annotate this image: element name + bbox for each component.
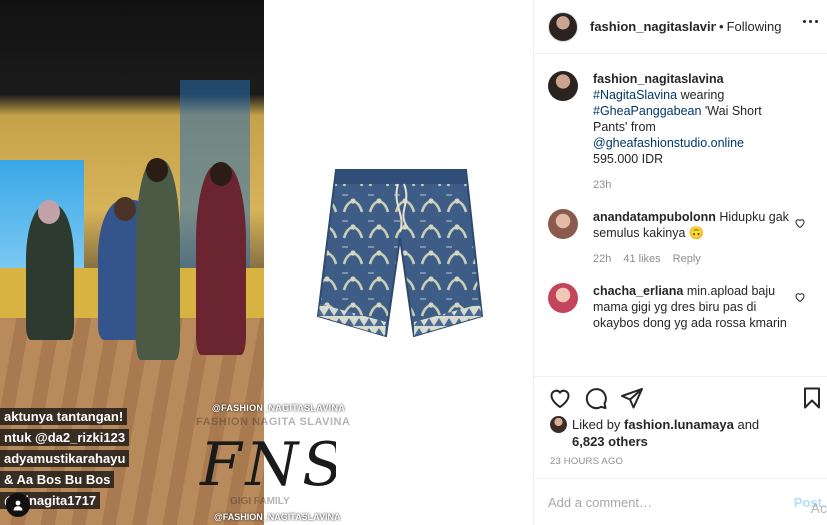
comment-input[interactable]	[548, 494, 768, 510]
comment-username[interactable]: chacha_erliana	[593, 284, 683, 298]
likes-user[interactable]: fashion.lunamaya	[624, 417, 734, 432]
reply-button[interactable]: Reply	[673, 251, 701, 267]
comment-item: anandatampubolonn Hidupku gak semulus ka…	[548, 209, 814, 267]
tagged-user-icon[interactable]	[6, 493, 30, 517]
head	[210, 162, 232, 186]
more-options-icon[interactable]	[803, 20, 818, 23]
likes-mid: and	[733, 417, 760, 432]
likes-prefix: Liked by	[572, 417, 625, 432]
post-actions	[534, 382, 827, 418]
avatar[interactable]	[548, 283, 578, 313]
likes-count[interactable]: 6,823 others	[572, 434, 648, 449]
caption-text: wearing	[677, 88, 725, 102]
heart-icon[interactable]	[794, 217, 806, 229]
likes-summary: Liked by fashion.lunamaya and 6,823 othe…	[550, 416, 759, 450]
comment-list[interactable]: fashion_nagitaslavina #NagitaSlavina wea…	[534, 55, 827, 377]
studio-caption-line: & Aa Bos Bu Bos	[0, 471, 115, 488]
activation-watermark: Ac	[810, 500, 827, 516]
watermark-family: GIGI FAMILY	[230, 496, 290, 507]
person-host-left	[136, 160, 180, 360]
comment-item: chacha_erliana min.apload baju mama gigi…	[548, 283, 814, 331]
paper-plane-icon[interactable]	[620, 386, 644, 410]
svg-text:FNS: FNS	[199, 430, 336, 497]
fns-logo: FNS	[199, 430, 336, 497]
comment-time[interactable]: 22h	[593, 251, 611, 267]
post-timestamp[interactable]: 23 HOURS AGO	[550, 456, 623, 467]
comment-username[interactable]: anandatampubolonn	[593, 210, 716, 224]
head	[114, 197, 136, 221]
post-media[interactable]: aktunya tantangan! ntuk @da2_rizki123 ad…	[0, 0, 533, 525]
head	[146, 158, 168, 182]
instagram-post-view: aktunya tantangan! ntuk @da2_rizki123 ad…	[0, 0, 827, 525]
studio-caption-line: ntuk @da2_rizki123	[0, 429, 130, 446]
watermark-handle-bottom: @FASHION_NAGITASLAVINA	[214, 512, 341, 522]
wai-short-pants-image	[316, 169, 484, 338]
comment-icon[interactable]	[584, 386, 608, 410]
header-username[interactable]: fashion_nagitaslavina	[590, 19, 716, 34]
head	[38, 200, 60, 224]
hashtag-link[interactable]: #GheaPanggabean	[593, 104, 701, 118]
mention-link[interactable]: @gheafashionstudio.online	[593, 136, 744, 150]
avatar[interactable]	[548, 11, 578, 42]
studio-caption-line: adyamustikarahayu	[0, 450, 130, 467]
heart-icon[interactable]	[548, 386, 572, 410]
avatar[interactable]	[548, 71, 578, 101]
caption: fashion_nagitaslavina #NagitaSlavina wea…	[548, 71, 814, 193]
comment-likes[interactable]: 41 likes	[623, 251, 660, 267]
watermark-handle-top: @FASHION_NAGITASLAVINA	[212, 403, 346, 413]
header-separator: •	[719, 19, 724, 34]
person-host-right	[196, 165, 246, 355]
avatar[interactable]	[550, 416, 567, 433]
post-header: fashion_nagitaslavina • Following	[534, 0, 827, 54]
avatar[interactable]	[548, 209, 578, 239]
heart-icon[interactable]	[794, 291, 806, 303]
caption-time[interactable]: 23h	[593, 177, 611, 193]
following-button[interactable]: Following	[727, 19, 782, 34]
studio-caption-line: aktunya tantangan!	[0, 408, 128, 425]
add-comment-row: Post	[534, 478, 827, 525]
hashtag-link[interactable]: #NagitaSlavina	[593, 88, 677, 102]
caption-text: 595.000 IDR	[593, 152, 664, 166]
person-hijab	[26, 205, 74, 340]
bookmark-icon[interactable]	[800, 386, 824, 410]
post-sidebar: fashion_nagitaslavina • Following fashio…	[533, 0, 827, 525]
caption-username[interactable]: fashion_nagitaslavina	[593, 72, 724, 86]
